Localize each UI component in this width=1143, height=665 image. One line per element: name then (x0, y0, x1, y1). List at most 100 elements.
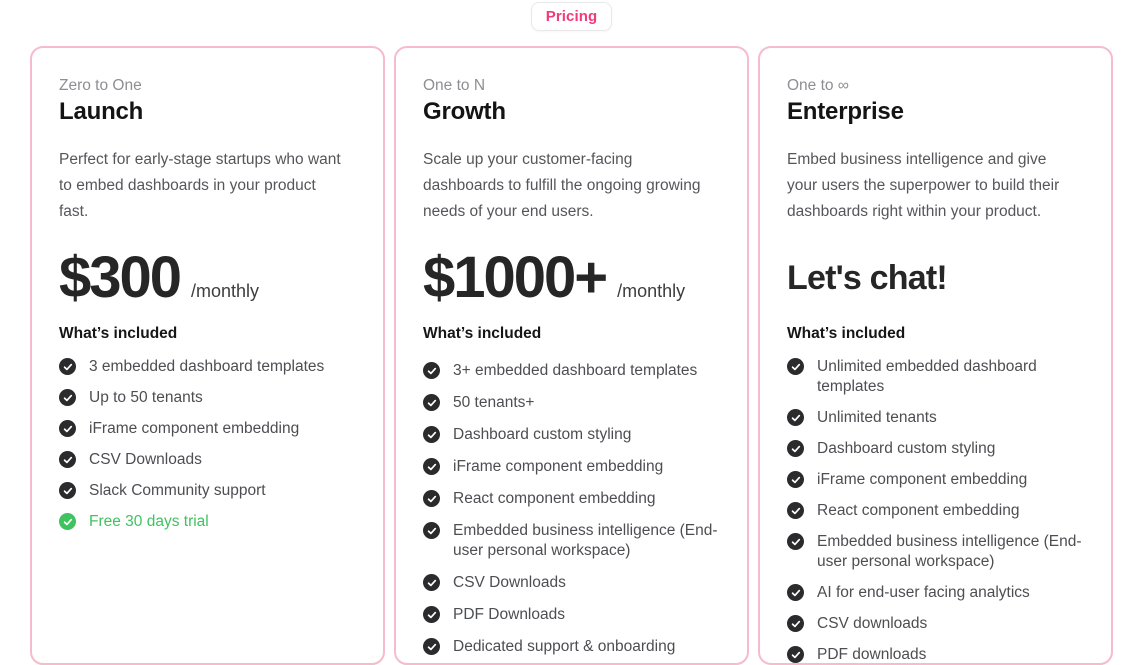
check-circle-icon (787, 440, 804, 457)
feature-label: Unlimited embedded dashboard templates (817, 358, 1037, 395)
pricing-page: Pricing Zero to One Launch Perfect for e… (0, 0, 1143, 665)
check-circle-icon (787, 471, 804, 488)
feature-item: CSV Downloads (59, 450, 356, 470)
feature-item: React component embedding (787, 501, 1084, 521)
feature-item: Dashboard custom styling (423, 425, 720, 445)
feature-item: Slack Community support (59, 481, 356, 501)
feature-label: 3 embedded dashboard templates (89, 358, 325, 375)
check-circle-icon (423, 458, 440, 475)
check-circle-icon (423, 522, 440, 539)
feature-item: CSV downloads (787, 614, 1084, 634)
check-circle-icon (423, 574, 440, 591)
check-circle-icon (59, 482, 76, 499)
feature-label: PDF Downloads (453, 606, 565, 623)
feature-item: Embedded business intelligence (End-user… (423, 521, 720, 561)
check-circle-icon (59, 420, 76, 437)
plan-description: Scale up your customer-facing dashboards… (423, 151, 701, 220)
feature-item: 3+ embedded dashboard templates (423, 361, 720, 381)
feature-label: Unlimited tenants (817, 409, 937, 426)
feature-label: Slack Community support (89, 482, 266, 499)
check-circle-icon (423, 362, 440, 379)
check-circle-icon (787, 615, 804, 632)
feature-label: CSV Downloads (453, 574, 566, 591)
check-circle-icon (787, 358, 804, 375)
feature-label: 3+ embedded dashboard templates (453, 362, 698, 379)
plan-description: Embed business intelligence and give you… (787, 151, 1060, 220)
pricing-card-launch[interactable]: Zero to One Launch Perfect for early-sta… (30, 46, 385, 665)
feature-label: iFrame component embedding (453, 458, 664, 475)
feature-label: CSV Downloads (89, 451, 202, 468)
plan-price-row: $300 /monthly (59, 247, 356, 309)
feature-item: 50 tenants+ (423, 393, 720, 413)
feature-item: Embedded business intelligence (End-user… (787, 532, 1084, 572)
feature-label: Embedded business intelligence (End-user… (817, 533, 1082, 570)
feature-label: React component embedding (817, 502, 1020, 519)
plan-description: Perfect for early-stage startups who wan… (59, 151, 341, 220)
feature-list: 3 embedded dashboard templates Up to 50 t… (59, 357, 356, 532)
pricing-card-enterprise[interactable]: One to ∞ Enterprise Embed business intel… (758, 46, 1113, 665)
feature-item: 3 embedded dashboard templates (59, 357, 356, 377)
feature-item: iFrame component embedding (787, 470, 1084, 490)
check-circle-icon (423, 638, 440, 655)
plan-price-row: $1000+ /monthly (423, 247, 720, 309)
feature-label: Dashboard custom styling (817, 440, 996, 457)
pricing-card-list: Zero to One Launch Perfect for early-sta… (0, 46, 1143, 665)
feature-item: iFrame component embedding (59, 419, 356, 439)
feature-label: iFrame component embedding (89, 420, 300, 437)
whats-included-heading: What’s included (787, 325, 906, 342)
feature-item: Dashboard custom styling (787, 439, 1084, 459)
pricing-badge-row: Pricing (0, 0, 1143, 46)
feature-item: PDF downloads (787, 645, 1084, 663)
pricing-card-growth[interactable]: One to N Growth Scale up your customer-f… (394, 46, 749, 665)
whats-included-heading: What’s included (423, 325, 542, 342)
plan-price-row: Let's chat! (787, 247, 1084, 309)
feature-label: iFrame component embedding (817, 471, 1028, 488)
feature-item: PDF Downloads (423, 605, 720, 625)
feature-item: Dedicated support & onboarding (423, 637, 720, 657)
feature-item: React component embedding (423, 489, 720, 509)
feature-list: Unlimited embedded dashboard templates Un… (787, 357, 1084, 663)
feature-item: AI for end-user facing analytics (787, 583, 1084, 603)
feature-label: Dashboard custom styling (453, 426, 632, 443)
whats-included-heading: What’s included (59, 325, 178, 342)
feature-item: Unlimited embedded dashboard templates (787, 357, 1084, 397)
feature-label: Up to 50 tenants (89, 389, 203, 406)
feature-label: Free 30 days trial (89, 513, 209, 530)
feature-list: 3+ embedded dashboard templates 50 tenant… (423, 361, 720, 657)
check-circle-icon (59, 389, 76, 406)
feature-label: 50 tenants+ (453, 394, 535, 411)
plan-eyebrow: Zero to One (59, 77, 142, 94)
plan-name: Launch (59, 98, 144, 125)
check-circle-icon (787, 584, 804, 601)
check-circle-icon (787, 502, 804, 519)
plan-eyebrow: One to ∞ (787, 77, 849, 94)
feature-label: AI for end-user facing analytics (817, 584, 1030, 601)
feature-label: React component embedding (453, 490, 656, 507)
feature-item: Unlimited tenants (787, 408, 1084, 428)
plan-billing-period: /monthly (617, 281, 686, 301)
feature-item: Up to 50 tenants (59, 388, 356, 408)
check-circle-icon (787, 533, 804, 550)
check-circle-icon (59, 358, 76, 375)
plan-name: Enterprise (787, 98, 904, 125)
plan-price: $1000+ (423, 245, 608, 310)
feature-label: PDF downloads (817, 646, 927, 663)
check-circle-icon (787, 646, 804, 663)
pricing-badge: Pricing (530, 2, 613, 31)
plan-name: Growth (423, 98, 506, 125)
check-circle-icon (423, 394, 440, 411)
feature-label: Dedicated support & onboarding (453, 638, 676, 655)
feature-item: CSV Downloads (423, 573, 720, 593)
feature-item: iFrame component embedding (423, 457, 720, 477)
check-circle-icon (787, 409, 804, 426)
check-circle-icon (423, 426, 440, 443)
plan-billing-period: /monthly (191, 281, 260, 301)
check-circle-icon (423, 490, 440, 507)
plan-eyebrow: One to N (423, 77, 486, 94)
check-circle-icon (423, 606, 440, 623)
plan-price: Let's chat! (787, 259, 948, 297)
feature-label: CSV downloads (817, 615, 928, 632)
feature-item: Free 30 days trial (59, 512, 356, 532)
feature-label: Embedded business intelligence (End-user… (453, 522, 718, 559)
plan-price: $300 (59, 245, 182, 310)
